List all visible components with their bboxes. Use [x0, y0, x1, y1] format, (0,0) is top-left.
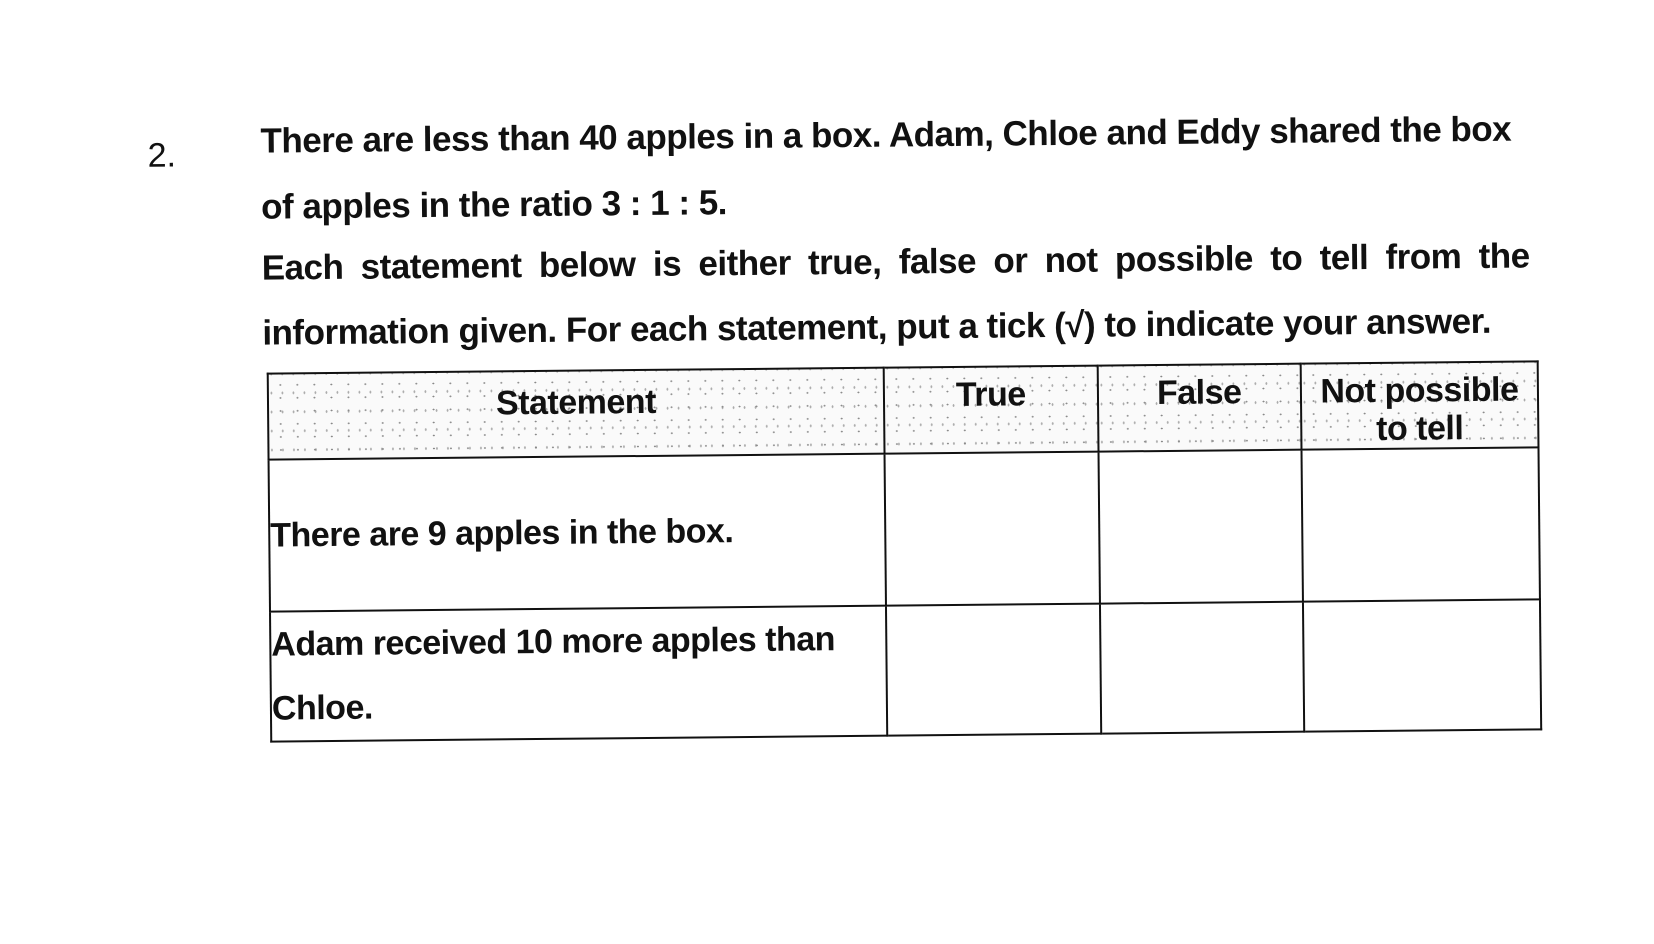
header-not-possible-label: Not possible to tell	[1320, 370, 1519, 448]
answer-table: Statement True False Not possible to tel…	[267, 360, 1542, 742]
instruction-text-line-1: Each statement below is either true, fal…	[261, 236, 1530, 288]
header-true-label: True	[955, 375, 1026, 414]
tick-cell-not-possible[interactable]	[1301, 447, 1540, 602]
tick-cell-false[interactable]	[1098, 449, 1303, 604]
header-true: True	[883, 365, 1099, 454]
header-row: Statement True False Not possible to tel…	[267, 361, 1539, 460]
tick-cell-true[interactable]	[885, 603, 1101, 736]
table-row: There are 9 apples in the box.	[268, 447, 1540, 612]
tick-cell-true[interactable]	[884, 451, 1100, 606]
header-false-label: False	[1156, 373, 1242, 413]
table-row: Adam received 10 more apples than Chloe.	[270, 599, 1542, 742]
question-text-line-1: There are less than 40 apples in a box. …	[260, 109, 1512, 161]
instruction-text-line-2: information given. For each statement, p…	[262, 301, 1492, 353]
header-false: False	[1097, 363, 1302, 452]
statement-cell: Adam received 10 more apples than Chloe.	[270, 605, 888, 742]
question-number: 2.	[147, 136, 177, 175]
header-statement-label: Statement	[495, 382, 657, 423]
header-not-possible: Not possible to tell	[1300, 361, 1539, 450]
worksheet-page: 2. There are less than 40 apples in a bo…	[0, 0, 1654, 944]
tick-cell-not-possible[interactable]	[1302, 599, 1542, 732]
header-statement: Statement	[267, 367, 885, 460]
statement-cell: There are 9 apples in the box.	[268, 453, 886, 612]
question-text-line-2: of apples in the ratio 3 : 1 : 5.	[260, 183, 728, 227]
tick-cell-false[interactable]	[1099, 601, 1305, 734]
